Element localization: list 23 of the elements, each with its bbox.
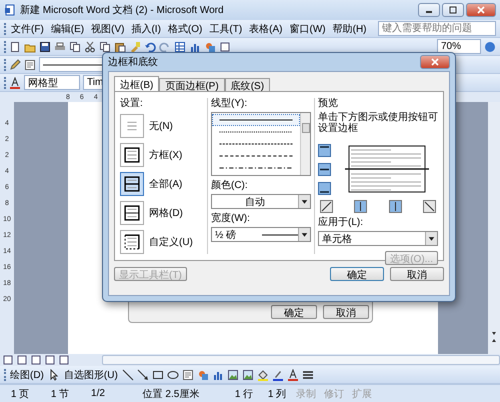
preview-hint: 单击下方图示或使用按钮可设置边框 (318, 112, 438, 134)
window-title: 新建 Microsoft Word 文档 (2) - Microsoft Word (20, 4, 224, 17)
status-text: 1 列 (266, 388, 288, 400)
status-text: 1 页 (10, 388, 30, 400)
setting-label: 全部(A) (149, 178, 182, 191)
status-text: 修订 (323, 388, 345, 400)
status-text: 扩展 (351, 388, 373, 400)
setting-label: 方框(X) (149, 148, 182, 162)
apply-to-label: 应用于(L): (318, 216, 364, 229)
status-text: 位置 2.5厘米 (142, 388, 200, 400)
setting-label: 网格(D) (149, 206, 183, 220)
status-text: 1 节 (50, 388, 70, 400)
status-text: 录制 (295, 388, 317, 400)
width-label: 宽度(W): (211, 212, 251, 225)
settings-label: 设置: (120, 96, 144, 110)
setting-label: 无(N) (149, 120, 173, 133)
setting-label: 自定义(U) (149, 236, 193, 250)
status-text: 1 行 (234, 388, 254, 400)
color-label: 颜色(C): (211, 178, 249, 192)
line-style-label: 线型(Y): (211, 96, 248, 110)
preview-label: 预览 (318, 97, 339, 110)
dialog-title: 边框和底纹 (108, 56, 158, 69)
status-text: 1/2 (90, 388, 106, 399)
